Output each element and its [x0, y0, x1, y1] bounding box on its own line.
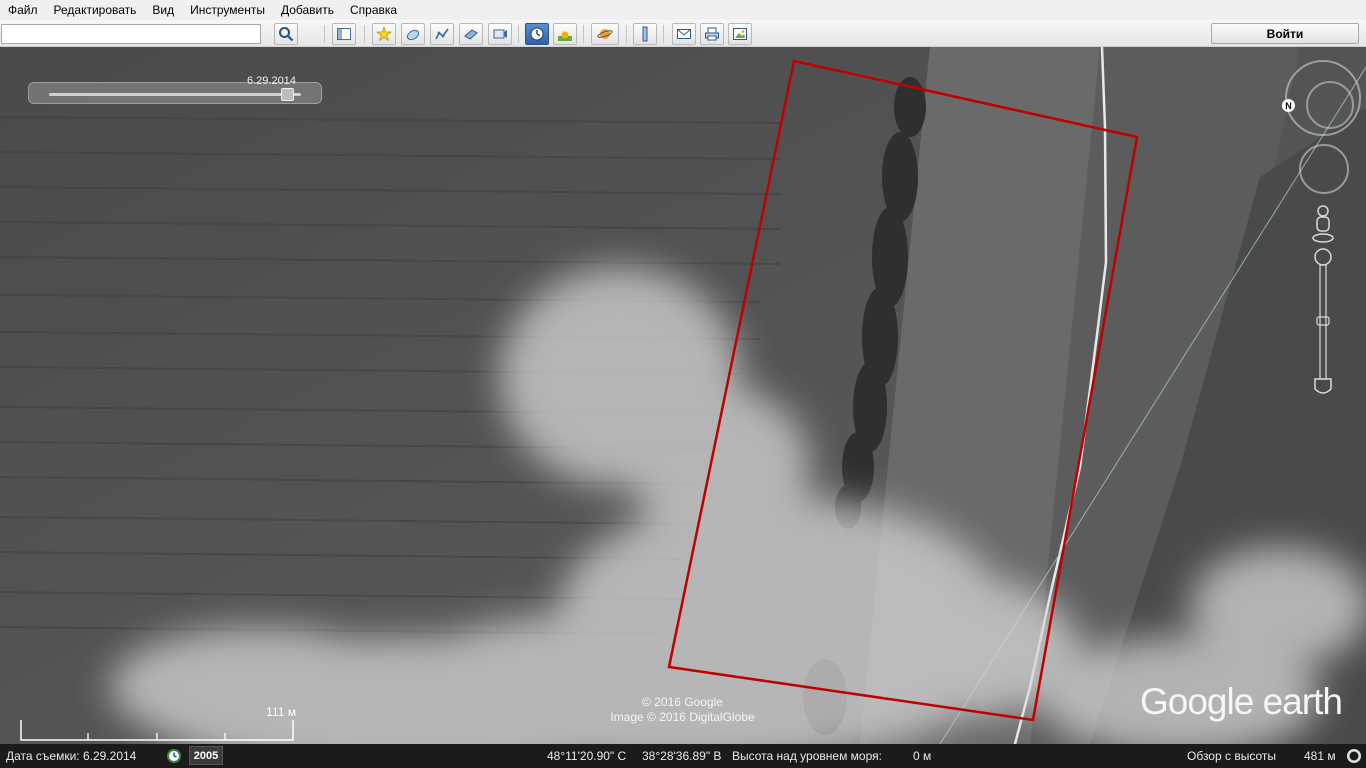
menu-edit[interactable]: Редактировать — [46, 0, 145, 20]
menu-add[interactable]: Добавить — [273, 0, 342, 20]
elevation-value: 0 м — [913, 749, 932, 763]
menu-help[interactable]: Справка — [342, 0, 405, 20]
imagery-attribution: © 2016 Google Image © 2016 DigitalGlobe — [590, 695, 775, 725]
toolbar-separator — [663, 25, 664, 43]
sunlight-button[interactable] — [553, 23, 577, 45]
menu-bar: Файл Редактировать Вид Инструменты Добав… — [0, 0, 1366, 20]
planet-icon — [597, 29, 613, 39]
time-slider-thumb[interactable] — [281, 88, 295, 101]
record-tour-icon — [493, 29, 507, 39]
historical-clock-icon[interactable] — [166, 748, 182, 764]
eye-altitude-label: Обзор с высоты — [1187, 749, 1276, 763]
add-placemark-button[interactable] — [372, 23, 396, 45]
save-image-button[interactable] — [728, 23, 752, 45]
sidebar-toggle-button[interactable] — [332, 23, 356, 45]
satellite-imagery — [0, 47, 1366, 744]
compass-center[interactable] — [1306, 81, 1354, 129]
toolbar-separator — [583, 25, 584, 43]
north-indicator[interactable]: N — [1282, 99, 1295, 112]
pegman-icon[interactable] — [1312, 205, 1334, 243]
print-icon — [705, 27, 719, 41]
longitude: 38°28'36.89" В — [642, 749, 722, 763]
search-icon — [279, 27, 294, 42]
add-polygon-button[interactable] — [401, 23, 425, 45]
add-overlay-button[interactable] — [459, 23, 483, 45]
latitude: 48°11'20.90" С — [547, 749, 627, 763]
scale-bar: 111 м — [20, 705, 296, 741]
image-overlay-icon — [464, 29, 478, 40]
clock-icon — [530, 27, 544, 41]
planets-button[interactable] — [591, 23, 619, 45]
email-icon — [677, 29, 691, 39]
copyright-imagery: Image © 2016 DigitalGlobe — [610, 710, 755, 724]
status-bar: Дата съемки: 6.29.2014 2005 48°11'20.90"… — [0, 744, 1366, 768]
imagery-year-badge[interactable]: 2005 — [189, 746, 223, 765]
time-slider[interactable]: 6.29.2014 — [28, 75, 322, 104]
look-joystick[interactable] — [1299, 144, 1349, 194]
placemark-icon — [376, 26, 392, 42]
ruler-button[interactable] — [633, 23, 657, 45]
save-image-icon — [733, 28, 747, 40]
map-view[interactable]: 6.29.2014 N 111 м © 2016 Google Image © … — [0, 47, 1366, 744]
historical-imagery-button[interactable] — [525, 23, 549, 45]
toolbar: Войти — [0, 20, 1366, 47]
path-icon — [435, 28, 449, 40]
add-path-button[interactable] — [430, 23, 454, 45]
streaming-icon — [1347, 749, 1361, 763]
menu-tools[interactable]: Инструменты — [182, 0, 273, 20]
compass-ring[interactable] — [1285, 60, 1361, 136]
menu-view[interactable]: Вид — [144, 0, 182, 20]
time-slider-date: 6.29.2014 — [247, 75, 296, 87]
menu-file[interactable]: Файл — [0, 0, 46, 20]
capture-date: Дата съемки: 6.29.2014 — [6, 749, 137, 763]
scale-ruler — [20, 720, 294, 741]
search-button[interactable] — [274, 23, 298, 45]
time-slider-track[interactable] — [49, 93, 301, 96]
search-input[interactable] — [1, 24, 261, 44]
record-tour-button[interactable] — [488, 23, 512, 45]
polygon-icon — [406, 29, 420, 41]
zoom-slider[interactable] — [1313, 247, 1333, 397]
copyright-google: © 2016 Google — [642, 695, 723, 709]
print-button[interactable] — [700, 23, 724, 45]
toolbar-separator — [364, 25, 365, 43]
email-button[interactable] — [672, 23, 696, 45]
toolbar-separator — [518, 25, 519, 43]
toolbar-separator — [626, 25, 627, 43]
sidebar-icon — [337, 28, 351, 40]
eye-altitude-value: 481 м — [1304, 749, 1336, 763]
toolbar-separator — [324, 25, 325, 43]
sun-icon — [558, 31, 572, 41]
login-button[interactable]: Войти — [1211, 23, 1359, 44]
navigation-controls: N — [1282, 57, 1366, 397]
ruler-icon — [642, 26, 648, 42]
elevation-label: Высота над уровнем моря: — [732, 749, 882, 763]
google-earth-logo: Google earth — [1140, 681, 1343, 722]
